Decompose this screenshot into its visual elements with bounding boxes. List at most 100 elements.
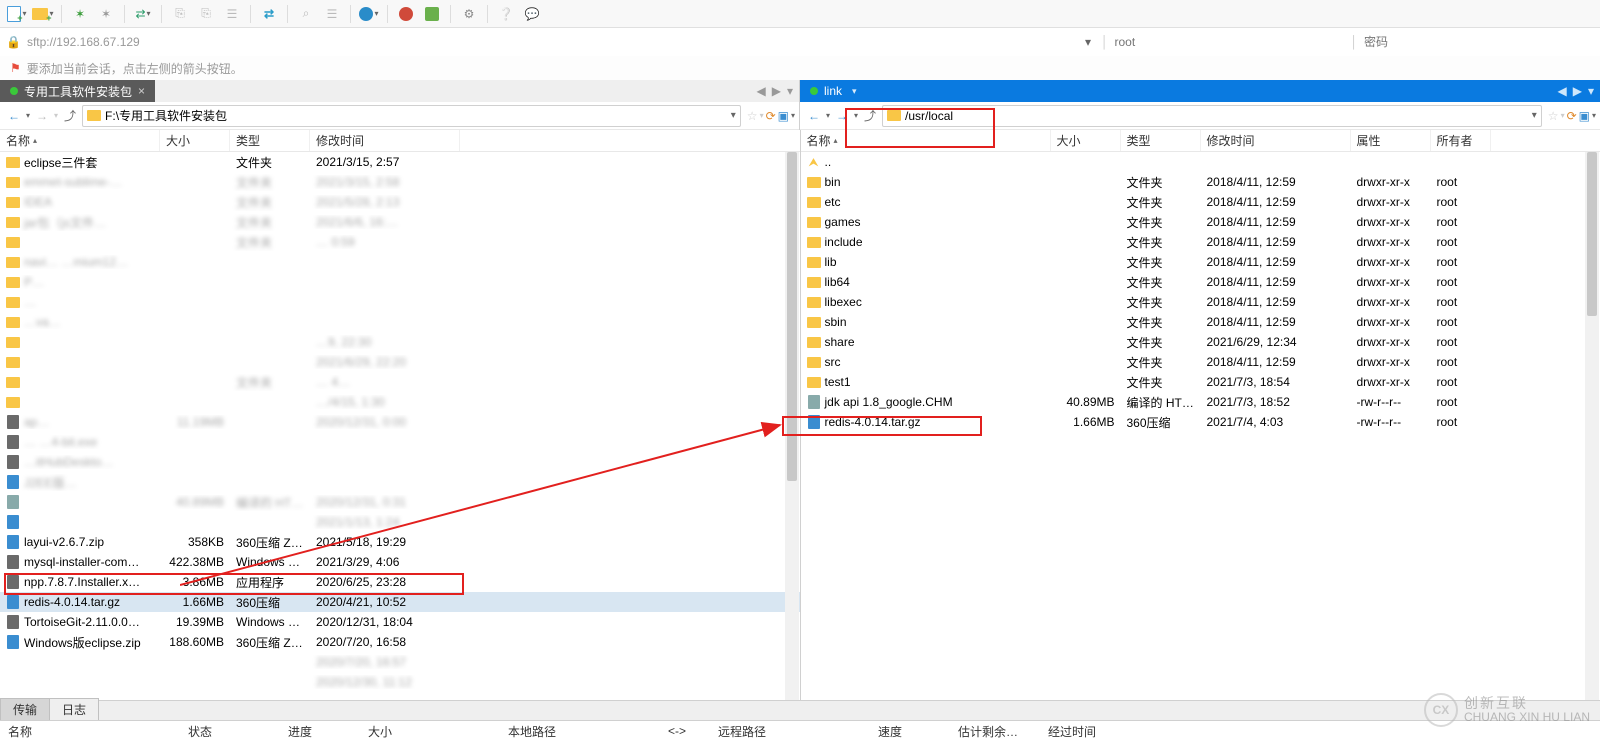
globe-button[interactable]: ▾ xyxy=(358,3,380,25)
address-dropdown[interactable]: ▾ xyxy=(1081,35,1095,49)
file-row[interactable]: bin文件夹2018/4/11, 12:59drwxr-xr-xroot xyxy=(801,172,1600,192)
file-row[interactable]: jar包（js文件…文件夹2021/6/6, 16:… xyxy=(0,212,800,232)
right-path-field[interactable] xyxy=(905,109,1528,123)
file-row[interactable]: 2020/12/30, 11:12 xyxy=(0,672,800,692)
file-row[interactable]: …itHubDeskto… xyxy=(0,452,800,472)
file-row[interactable]: eclipse三件套文件夹2021/3/15, 2:57 xyxy=(0,152,800,172)
bcol-arrow[interactable]: <-> xyxy=(660,724,710,738)
scrollbar[interactable] xyxy=(1585,152,1599,700)
tab-next-icon[interactable]: ▶ xyxy=(772,84,781,98)
right-tab[interactable]: link ▾ xyxy=(800,80,867,102)
left-list-body[interactable]: eclipse三件套文件夹2021/3/15, 2:57emmet-sublim… xyxy=(0,152,800,700)
file-row[interactable]: ⮝.. xyxy=(801,152,1600,172)
col-owner[interactable]: 所有者 xyxy=(1431,130,1491,151)
file-row[interactable]: lib文件夹2018/4/11, 12:59drwxr-xr-xroot xyxy=(801,252,1600,272)
file-row[interactable]: test1文件夹2021/7/3, 18:54drwxr-xr-xroot xyxy=(801,372,1600,392)
file-row[interactable]: sbin文件夹2018/4/11, 12:59drwxr-xr-xroot xyxy=(801,312,1600,332)
disconnect-button[interactable]: ✶ xyxy=(95,3,117,25)
file-row[interactable]: 2021/1/13, 1:24 xyxy=(0,512,800,532)
file-row[interactable]: J2EE版… xyxy=(0,472,800,492)
left-tab[interactable]: 专用工具软件安装包 × xyxy=(0,80,155,102)
stop-button[interactable] xyxy=(395,3,417,25)
col-size[interactable]: 大小 xyxy=(1051,130,1121,151)
refresh-button[interactable]: ⟳ xyxy=(1567,109,1577,123)
file-row[interactable]: share文件夹2021/6/29, 12:34drwxr-xr-xroot xyxy=(801,332,1600,352)
password-input[interactable] xyxy=(1364,32,1594,52)
chevron-down-icon[interactable]: ▾ xyxy=(852,86,857,97)
col-name[interactable]: 名称▴ xyxy=(801,130,1051,151)
file-row[interactable]: games文件夹2018/4/11, 12:59drwxr-xr-xroot xyxy=(801,212,1600,232)
connect-button[interactable]: ✶ xyxy=(69,3,91,25)
sync-button[interactable]: ⇄ xyxy=(258,3,280,25)
file-row[interactable]: include文件夹2018/4/11, 12:59drwxr-xr-xroot xyxy=(801,232,1600,252)
file-row[interactable]: … xyxy=(0,292,800,312)
tab-transfer[interactable]: 传输 xyxy=(0,698,50,720)
chat-button[interactable]: 💬 xyxy=(521,3,543,25)
back-button[interactable]: ← xyxy=(4,106,24,126)
reload-button[interactable] xyxy=(421,3,443,25)
right-list-body[interactable]: ⮝..bin文件夹2018/4/11, 12:59drwxr-xr-xroote… xyxy=(801,152,1600,700)
favorite-button[interactable]: ☆ xyxy=(747,109,758,123)
forward-button[interactable]: → xyxy=(32,106,52,126)
right-path-input[interactable]: ▾ xyxy=(882,105,1542,127)
history-button[interactable]: ▣ xyxy=(1579,109,1590,123)
bookmark-button[interactable]: ☰ xyxy=(321,3,343,25)
refresh-button[interactable]: ⟳ xyxy=(766,109,776,123)
up-button[interactable]: ⤴ xyxy=(60,106,80,126)
history-button[interactable]: ▣ xyxy=(778,109,789,123)
copy-button[interactable]: ⎘ xyxy=(169,3,191,25)
file-row[interactable]: P… xyxy=(0,272,800,292)
forward-button[interactable]: → xyxy=(832,106,852,126)
left-path-input[interactable]: ▾ xyxy=(82,105,741,127)
file-row[interactable]: layui-v2.6.7.zip358KB360压缩 ZI…2021/5/18,… xyxy=(0,532,800,552)
file-row[interactable]: navi… …mium12… xyxy=(0,252,800,272)
col-date[interactable]: 修改时间 xyxy=(310,130,460,151)
settings-button[interactable]: ⚙ xyxy=(458,3,480,25)
file-row[interactable]: lib64文件夹2018/4/11, 12:59drwxr-xr-xroot xyxy=(801,272,1600,292)
file-row[interactable]: …9, 22:30 xyxy=(0,332,800,352)
col-type[interactable]: 类型 xyxy=(1121,130,1201,151)
username-input[interactable] xyxy=(1115,32,1345,52)
file-row[interactable]: etc文件夹2018/4/11, 12:59drwxr-xr-xroot xyxy=(801,192,1600,212)
left-path-field[interactable] xyxy=(105,109,727,123)
tab-prev-icon[interactable]: ◀ xyxy=(1558,84,1567,98)
col-size[interactable]: 大小 xyxy=(160,130,230,151)
paste-button[interactable]: ⎘ xyxy=(195,3,217,25)
new-folder-button[interactable]: ▾ xyxy=(32,3,54,25)
col-perm[interactable]: 属性 xyxy=(1351,130,1431,151)
tab-log[interactable]: 日志 xyxy=(49,698,99,720)
file-row[interactable]: emmet-sublime-…文件夹2021/3/15, 2:58 xyxy=(0,172,800,192)
tab-prev-icon[interactable]: ◀ xyxy=(757,84,766,98)
props-button[interactable]: ☰ xyxy=(221,3,243,25)
file-row[interactable]: …va… xyxy=(0,312,800,332)
file-row[interactable]: Windows版eclipse.zip188.60MB360压缩 ZI…2020… xyxy=(0,632,800,652)
file-row[interactable]: ap…11.19MB2020/12/31, 0:00 xyxy=(0,412,800,432)
file-row[interactable]: 2021/6/29, 22:20 xyxy=(0,352,800,372)
file-row[interactable]: redis-4.0.14.tar.gz1.66MB360压缩2021/7/4, … xyxy=(801,412,1600,432)
file-row[interactable]: TortoiseGit-2.11.0.0…19.39MBWindows …202… xyxy=(0,612,800,632)
tab-menu-icon[interactable]: ▾ xyxy=(787,84,793,98)
tab-next-icon[interactable]: ▶ xyxy=(1573,84,1582,98)
file-row[interactable]: 文件夹… 0:59 xyxy=(0,232,800,252)
new-session-button[interactable]: ▾ xyxy=(6,3,28,25)
col-name[interactable]: 名称▴ xyxy=(0,130,160,151)
file-row[interactable]: 2020/7/20, 16:57 xyxy=(0,652,800,672)
file-row[interactable]: IDEA文件夹2021/5/28, 2:13 xyxy=(0,192,800,212)
file-row[interactable]: …/4/15, 1:30 xyxy=(0,392,800,412)
file-row[interactable]: mysql-installer-com…422.38MBWindows …202… xyxy=(0,552,800,572)
file-row[interactable]: redis-4.0.14.tar.gz1.66MB360压缩2020/4/21,… xyxy=(0,592,800,612)
scrollbar[interactable] xyxy=(785,152,799,700)
search-button[interactable]: ⌕ xyxy=(295,3,317,25)
close-icon[interactable]: × xyxy=(138,84,145,98)
back-button[interactable]: ← xyxy=(804,106,824,126)
file-row[interactable]: 文件夹… 4… xyxy=(0,372,800,392)
file-row[interactable]: npp.7.8.7.Installer.x…3.86MB应用程序2020/6/2… xyxy=(0,572,800,592)
col-date[interactable]: 修改时间 xyxy=(1201,130,1351,151)
file-row[interactable]: 40.89MB编译的 HT…2020/12/31, 0:31 xyxy=(0,492,800,512)
file-row[interactable]: … …4-bit.exe xyxy=(0,432,800,452)
file-row[interactable]: libexec文件夹2018/4/11, 12:59drwxr-xr-xroot xyxy=(801,292,1600,312)
favorite-button[interactable]: ☆ xyxy=(1548,109,1559,123)
file-row[interactable]: jdk api 1.8_google.CHM40.89MB编译的 HT…2021… xyxy=(801,392,1600,412)
tab-menu-icon[interactable]: ▾ xyxy=(1588,84,1594,98)
file-row[interactable]: src文件夹2018/4/11, 12:59drwxr-xr-xroot xyxy=(801,352,1600,372)
